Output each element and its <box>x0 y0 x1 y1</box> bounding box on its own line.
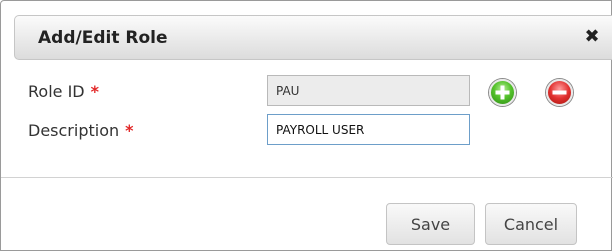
description-label-row: Description * <box>28 121 134 140</box>
remove-button[interactable] <box>546 79 573 106</box>
role-id-label-row: Role ID * <box>28 82 99 101</box>
dialog-titlebar: Add/Edit Role ✖ <box>14 15 612 60</box>
required-marker: * <box>90 82 99 101</box>
add-button[interactable] <box>489 79 516 106</box>
description-field[interactable] <box>267 114 470 145</box>
description-label: Description <box>28 121 120 140</box>
minus-circle-icon <box>548 81 571 104</box>
dialog-title: Add/Edit Role <box>38 28 168 48</box>
footer-divider <box>1 177 613 178</box>
required-marker: * <box>125 121 134 140</box>
close-icon[interactable]: ✖ <box>583 26 601 48</box>
cancel-button[interactable]: Cancel <box>485 203 577 245</box>
role-id-field[interactable] <box>267 75 470 106</box>
plus-circle-icon <box>491 81 514 104</box>
save-button[interactable]: Save <box>386 203 475 245</box>
add-edit-role-dialog: Add/Edit Role ✖ Role ID * Description * Sa… <box>0 0 613 251</box>
role-id-label: Role ID <box>28 82 85 101</box>
